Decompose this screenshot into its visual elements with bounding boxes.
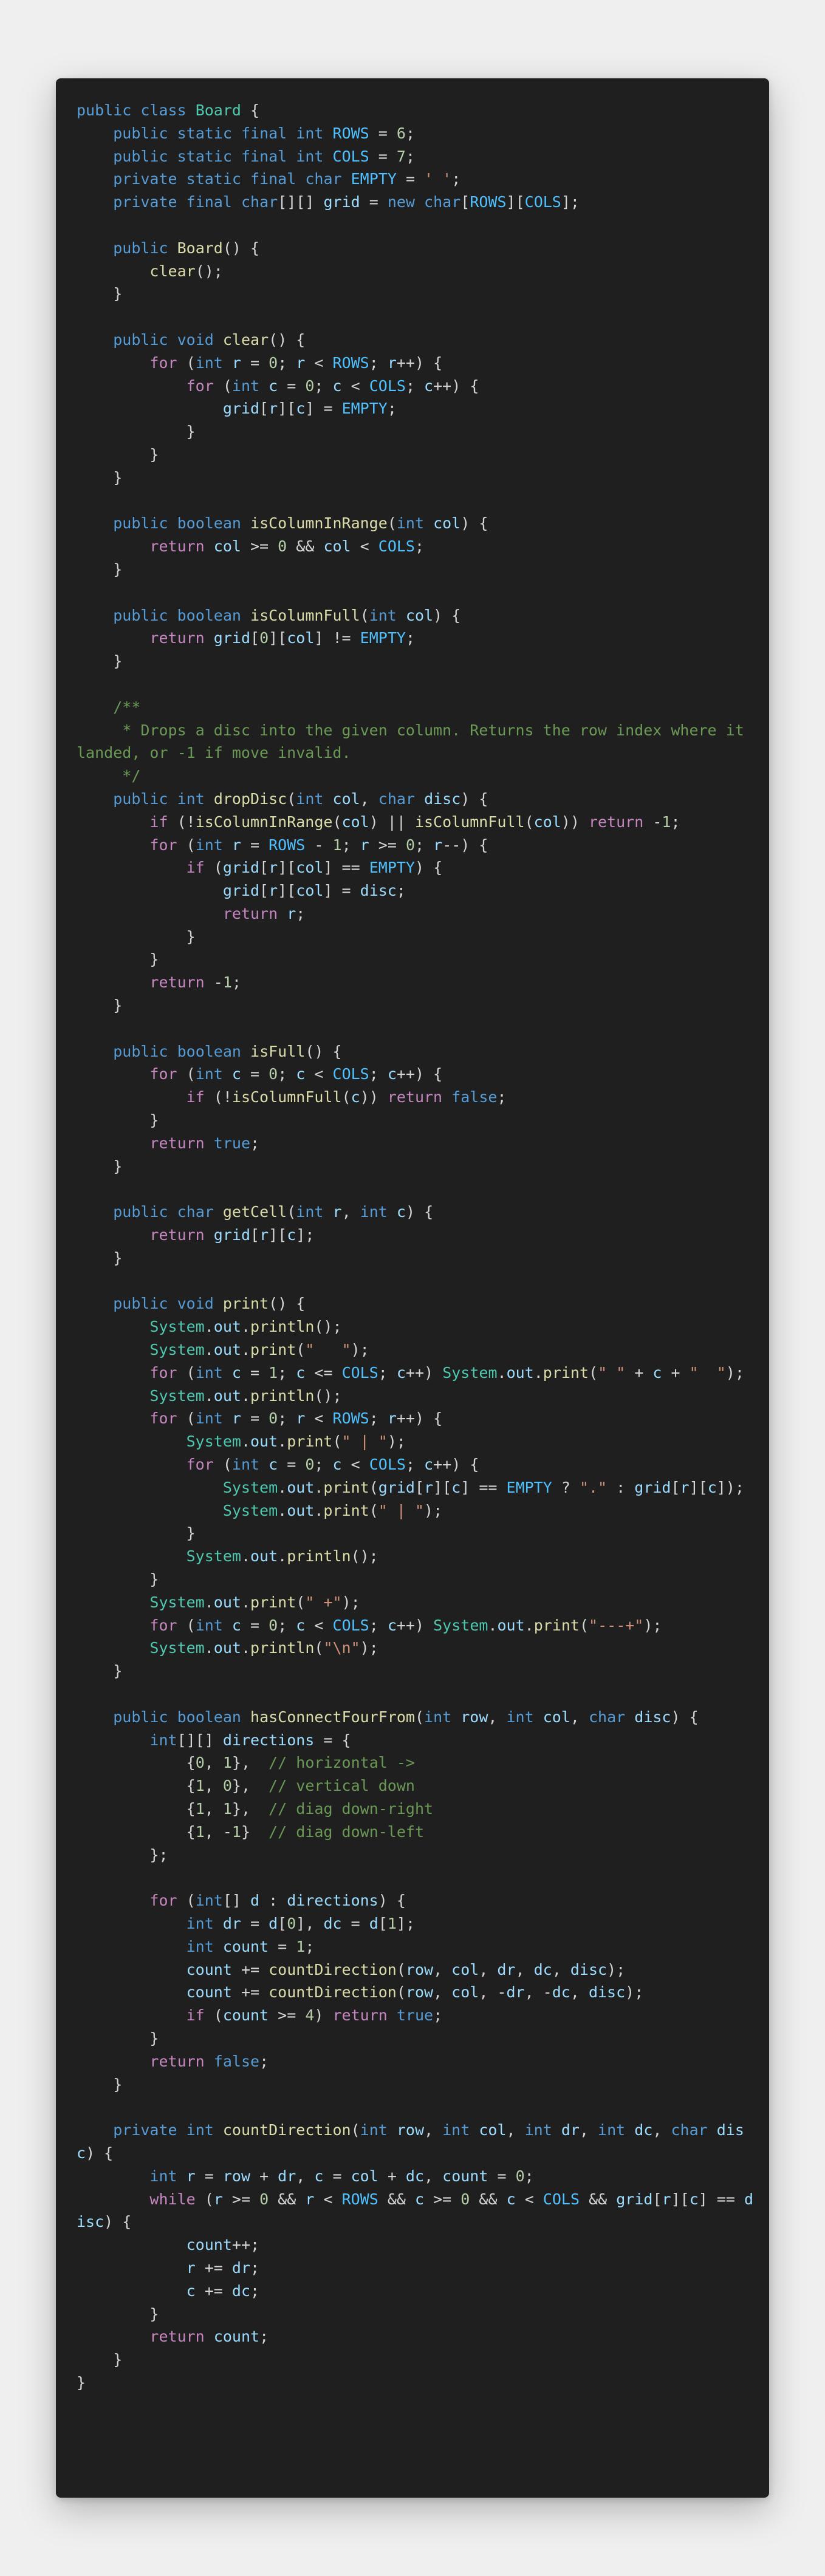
code-line: return col >= 0 && col < COLS; [149,537,425,556]
code-line: */ [77,767,141,785]
code-line: {1, 0}, // vertical down [77,1777,415,1795]
code-line: for (int c = 0; c < COLS; c++) System.ou… [149,1616,662,1634]
code-line: return grid[0][col] != EMPTY; [149,629,415,647]
code-line: for (int[] d : directions) { [149,1892,406,1910]
code-line: ​ [77,305,756,329]
code-line: System.out.print(" "); [149,1341,369,1359]
code-line: return r; [222,904,306,922]
code-line: } [77,468,123,486]
code-line: } [77,2075,123,2093]
code-line: System.out.print(" | "); [186,1433,406,1451]
code-line: grid[r][c] = EMPTY; [222,400,397,418]
code-line: return -1; [149,973,241,992]
code-line: {1, -1} // diag down-left [77,1822,424,1841]
code-line: for (int c = 0; c < COLS; c++) { [186,1456,479,1474]
code-line: int dr = d[0], dc = d[1]; [186,1914,416,1932]
code-line: return true; [149,1134,260,1152]
code-line: System.out.println(); [149,1318,342,1336]
code-line: c += dc; [186,2281,260,2300]
code-line: ​ [77,1177,756,1201]
code-line: System.out.println(); [186,1547,378,1566]
code-line: }; [77,1845,168,1864]
code-line: } [77,1249,123,1267]
code-line: ​ [77,489,756,513]
code-line: } [77,1157,123,1175]
code-line: {1, 1}, // diag down-right [77,1799,434,1818]
code-line: ​ [77,581,756,604]
code-line: if (!isColumnInRange(col) || isColumnFul… [149,813,680,831]
code-line: count += countDirection(row, col, dr, dc… [186,1960,626,1978]
code-line: System.out.print(" | "); [222,1501,443,1519]
code-line: public int dropDisc(int col, char disc) … [113,789,488,808]
code-line: public static final int ROWS = 6; [113,124,416,142]
code-line: public boolean isFull() { [113,1042,342,1060]
code-line: ​ [77,2096,756,2119]
code-area[interactable]: public class Board { public static final… [77,99,756,2394]
code-line: * Drops a disc into the given column. Re… [77,721,753,762]
code-line: int count = 1; [186,1937,315,1955]
code-line: public boolean hasConnectFourFrom(int ro… [113,1708,699,1726]
code-line: public class Board { [77,101,260,119]
code-line: ​ [77,214,756,237]
code-line: return count; [149,2328,269,2346]
code-line: for (int c = 0; c < COLS; c++) { [186,377,479,395]
code-line: count += countDirection(row, col, -dr, -… [186,1983,644,2002]
code-line: if (!isColumnFull(c)) return false; [186,1088,507,1106]
code-line: for (int c = 0; c < COLS; c++) { [149,1065,443,1083]
code-line: grid[r][col] = disc; [222,882,406,900]
code-line: } [77,2373,86,2391]
code-line: int r = row + dr, c = col + dc, count = … [149,2167,534,2185]
code-line: } [77,2305,159,2323]
code-line: count++; [186,2236,260,2254]
code-line: if (count >= 4) return true; [186,2006,443,2025]
code-line: } [77,652,123,670]
code-line: public boolean isColumnFull(int col) { [113,606,461,624]
code-line: public boolean isColumnInRange(int col) … [113,514,488,533]
code-line: private static final char EMPTY = ' '; [113,170,461,188]
code-line: System.out.print(grid[r][c] == EMPTY ? "… [222,1478,744,1496]
code-line: public static final int COLS = 7; [113,147,416,165]
code-line: while (r >= 0 && r < ROWS && c >= 0 && c… [77,2190,754,2231]
code-line: } [77,997,123,1015]
code-line: r += dr; [186,2258,260,2277]
code-line: for (int r = ROWS - 1; r >= 0; r--) { [149,836,488,854]
code-line: for (int r = 0; r < ROWS; r++) { [149,353,443,372]
code-line: } [77,2351,123,2369]
code-line: } [77,445,159,463]
code-line: System.out.println(); [149,1386,342,1405]
code-line: System.out.println("\n"); [149,1639,378,1657]
code-line: } [77,1662,123,1680]
code-line: for (int c = 1; c <= COLS; c++) System.o… [149,1363,744,1382]
code-line: ​ [77,1866,756,1889]
code-line: public void clear() { [113,330,306,349]
code-line: } [77,423,196,441]
code-line: } [77,1111,159,1130]
code-line: public char getCell(int r, int c) { [113,1203,434,1221]
code-line: clear(); [149,262,223,280]
code-line: ​ [77,1017,756,1040]
code-line: } [77,285,123,303]
code-line: return grid[r][c]; [149,1226,315,1244]
code-line: return false; [149,2052,269,2070]
code-line: } [77,927,196,946]
code-editor-panel: public class Board { public static final… [56,78,769,2498]
code-line: } [77,1570,159,1588]
code-line: private int countDirection(int row, int … [77,2121,744,2162]
code-line: } [77,560,123,578]
code-line: public void print() { [113,1295,306,1313]
code-line: int[][] directions = { [149,1731,351,1749]
code-line: public Board() { [113,239,260,257]
code-line: ​ [77,673,756,696]
code-line: for (int r = 0; r < ROWS; r++) { [149,1409,443,1428]
code-line: ​ [77,1270,756,1293]
code-line: ​ [77,1683,756,1706]
code-line: private final char[][] grid = new char[R… [113,193,580,211]
code-line: } [77,950,159,969]
code-line: if (grid[r][col] == EMPTY) { [186,859,443,877]
code-line: /** [77,698,141,716]
code-line: } [77,2029,159,2047]
code-line: {0, 1}, // horizontal -> [77,1754,415,1772]
code-line: System.out.print(" +"); [149,1593,360,1611]
code-line: } [77,1524,196,1542]
